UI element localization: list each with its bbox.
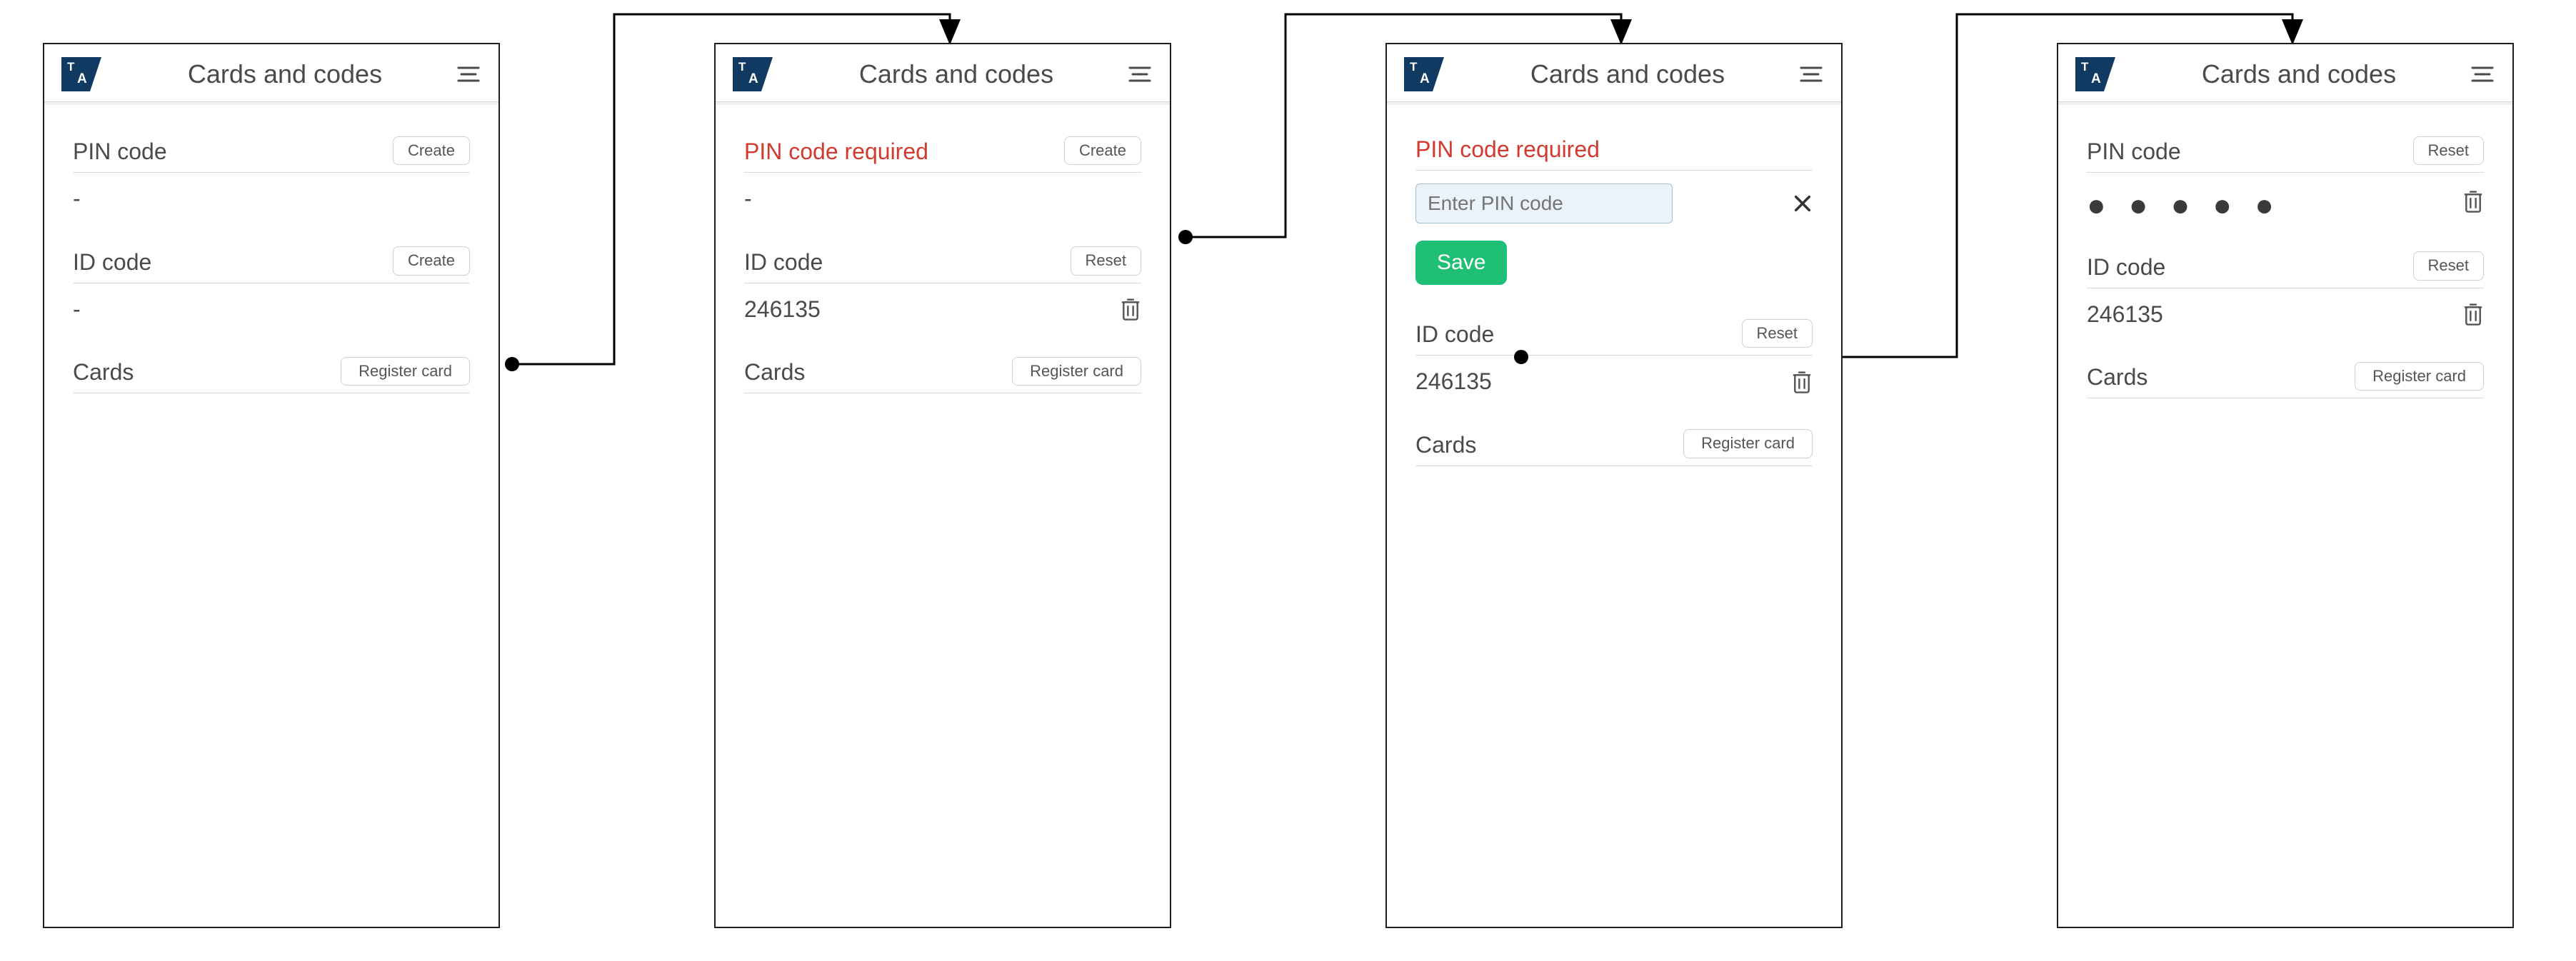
save-button[interactable]: Save [1415, 241, 1507, 285]
flow-dot [1178, 230, 1193, 244]
panel-header: T A Cards and codes [716, 44, 1170, 102]
svg-text:A: A [748, 71, 758, 86]
menu-icon[interactable] [456, 61, 481, 87]
pin-value-masked: ● ● ● ● ● [2087, 190, 2281, 221]
cards-section: Cards Register card [744, 357, 1141, 393]
page-title: Cards and codes [786, 59, 1127, 89]
pin-create-button[interactable]: Create [1064, 136, 1141, 165]
id-label: ID code [73, 249, 151, 276]
flow-dot [1514, 350, 1528, 364]
cards-label: Cards [73, 359, 134, 386]
page-title: Cards and codes [114, 59, 456, 89]
app-logo: T A [61, 57, 101, 91]
id-label: ID code [1415, 321, 1494, 348]
id-section: ID code Reset 246135 [2087, 251, 2484, 327]
id-value: - [73, 296, 81, 323]
pin-section: PIN code required Create - [744, 136, 1141, 212]
app-logo: T A [733, 57, 773, 91]
panel-header: T A Cards and codes [44, 44, 498, 102]
id-label: ID code [744, 249, 823, 276]
trash-icon[interactable] [1791, 370, 1813, 394]
id-section: ID code Create - [73, 246, 470, 322]
pin-label: PIN code [2087, 139, 2181, 165]
cards-section: Cards Register card [73, 357, 470, 393]
trash-icon[interactable] [2462, 302, 2484, 326]
header-divider [2058, 102, 2512, 105]
app-logo: T A [1404, 57, 1444, 91]
id-reset-button[interactable]: Reset [1742, 319, 1813, 348]
menu-icon[interactable] [2470, 61, 2495, 87]
panel-step-4: T A Cards and codes PIN code Reset ● ● ●… [2057, 43, 2514, 928]
pin-create-button[interactable]: Create [393, 136, 470, 165]
cards-label: Cards [744, 359, 805, 386]
menu-icon[interactable] [1798, 61, 1824, 87]
register-card-button[interactable]: Register card [1012, 357, 1141, 386]
pin-section: PIN code required Save [1415, 136, 1813, 285]
close-icon[interactable] [1793, 193, 1813, 213]
id-label: ID code [2087, 254, 2165, 281]
svg-text:A: A [2091, 71, 2101, 86]
panel-step-3: T A Cards and codes PIN code required [1385, 43, 1843, 928]
svg-text:A: A [1420, 71, 1430, 86]
svg-text:T: T [67, 60, 75, 74]
app-logo: T A [2075, 57, 2115, 91]
header-divider [1387, 102, 1841, 105]
panel-step-2: T A Cards and codes PIN code required Cr… [714, 43, 1171, 928]
cards-section: Cards Register card [2087, 362, 2484, 398]
svg-text:A: A [77, 71, 87, 86]
page-title: Cards and codes [1457, 59, 1798, 89]
id-section: ID code Reset 246135 [744, 246, 1141, 322]
pin-value: - [73, 186, 81, 212]
id-reset-button[interactable]: Reset [1071, 246, 1141, 275]
id-value: 246135 [1415, 368, 1492, 395]
cards-label: Cards [1415, 432, 1476, 458]
page-title: Cards and codes [2128, 59, 2470, 89]
pin-label: PIN code [73, 139, 167, 165]
panel-header: T A Cards and codes [2058, 44, 2512, 102]
cards-label: Cards [2087, 364, 2147, 391]
cards-section: Cards Register card [1415, 429, 1813, 466]
id-value: 246135 [744, 296, 821, 323]
flow-dot [505, 357, 519, 371]
id-create-button[interactable]: Create [393, 246, 470, 275]
pin-label-required: PIN code required [1415, 136, 1600, 163]
trash-icon[interactable] [1120, 297, 1141, 321]
register-card-button[interactable]: Register card [341, 357, 470, 386]
register-card-button[interactable]: Register card [2355, 362, 2484, 391]
pin-section: PIN code Reset ● ● ● ● ● [2087, 136, 2484, 217]
svg-text:T: T [1410, 60, 1418, 74]
svg-text:T: T [738, 60, 746, 74]
pin-section: PIN code Create - [73, 136, 470, 212]
header-divider [716, 102, 1170, 105]
pin-value: - [744, 186, 752, 212]
register-card-button[interactable]: Register card [1683, 429, 1813, 458]
id-value: 246135 [2087, 301, 2163, 328]
menu-icon[interactable] [1127, 61, 1153, 87]
trash-icon[interactable] [2462, 189, 2484, 213]
header-divider [44, 102, 498, 105]
id-section: ID code Reset 246135 [1415, 319, 1813, 395]
pin-reset-button[interactable]: Reset [2413, 136, 2484, 165]
panel-step-1: T A Cards and codes PIN code Create - [43, 43, 500, 928]
svg-text:T: T [2081, 60, 2089, 74]
panel-header: T A Cards and codes [1387, 44, 1841, 102]
id-reset-button[interactable]: Reset [2413, 251, 2484, 280]
pin-label-required: PIN code required [744, 139, 928, 165]
pin-input[interactable] [1415, 183, 1673, 223]
